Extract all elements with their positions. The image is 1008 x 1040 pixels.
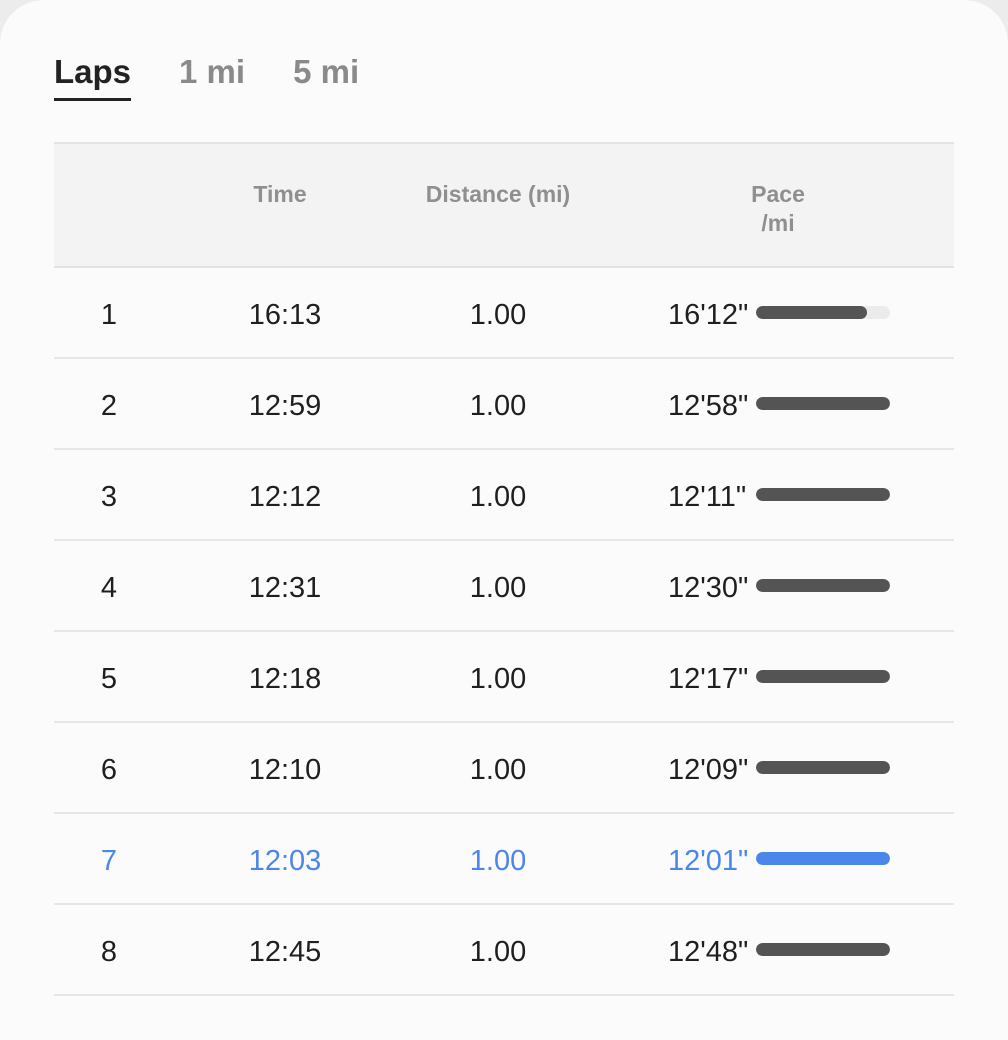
lap-distance: 1.00: [469, 663, 527, 695]
pace-bar-fill: [756, 943, 890, 956]
lap-time: 12:10: [248, 754, 322, 786]
lap-distance: 1.00: [469, 572, 527, 604]
lap-number: 2: [100, 390, 118, 422]
lap-pace: 12'30": [668, 572, 749, 604]
pace-bar-track: [756, 397, 890, 410]
pace-bar-fill: [756, 306, 868, 319]
pace-bar-fill: [756, 579, 890, 592]
table-row[interactable]: 6 12:10 1.00 12'09": [54, 723, 954, 814]
lap-number: 4: [100, 572, 118, 604]
header-distance: Distance (mi): [425, 181, 571, 207]
pace-bar-track: [756, 488, 890, 501]
table-row[interactable]: 7 12:03 1.00 12'01": [54, 814, 954, 905]
pace-bar-track: [756, 670, 890, 683]
lap-pace: 12'58": [668, 390, 749, 422]
lap-pace: 12'17": [668, 663, 749, 695]
table-row[interactable]: 8 12:45 1.00 12'48": [54, 905, 954, 996]
lap-pace: 16'12": [668, 299, 749, 331]
pace-bar-track: [756, 761, 890, 774]
lap-number: 6: [100, 754, 118, 786]
pace-bar-fill: [756, 488, 890, 501]
lap-time: 12:31: [248, 572, 322, 604]
lap-pace: 12'11": [668, 481, 747, 513]
lap-number: 3: [100, 481, 118, 513]
table-header: Time Distance (mi) Pace /mi: [54, 142, 954, 268]
tab-5-mi[interactable]: 5 mi: [293, 52, 359, 101]
lap-number: 8: [100, 936, 118, 968]
lap-pace: 12'48": [668, 936, 749, 968]
pace-bar-fill: [756, 397, 890, 410]
lap-pace: 12'09": [668, 754, 749, 786]
tab-laps[interactable]: Laps: [54, 52, 132, 101]
pace-bar-track: [756, 579, 890, 592]
lap-pace: 12'01": [668, 845, 749, 877]
pace-bar-track: [756, 306, 890, 319]
tab-1-mi[interactable]: 1 mi: [179, 52, 245, 101]
lap-time: 12:12: [248, 481, 322, 513]
lap-number: 7: [100, 845, 118, 877]
lap-distance: 1.00: [469, 936, 527, 968]
table-row[interactable]: 2 12:59 1.00 12'58": [54, 359, 954, 450]
lap-number: 5: [100, 663, 118, 695]
table-body: 1 16:13 1.00 16'12" 2 12:59 1.00 12'58" 3 12:12 1.…: [54, 268, 954, 996]
lap-number: 1: [100, 299, 118, 331]
pace-bar-fill: [756, 670, 890, 683]
pace-bar-track: [756, 943, 890, 956]
lap-distance: 1.00: [469, 299, 527, 331]
lap-time: 16:13: [248, 299, 322, 331]
table-row[interactable]: 5 12:18 1.00 12'17": [54, 632, 954, 723]
lap-distance: 1.00: [469, 390, 527, 422]
table-row[interactable]: 1 16:13 1.00 16'12": [54, 268, 954, 359]
table-row[interactable]: 3 12:12 1.00 12'11": [54, 450, 954, 541]
pace-bar-fill: [756, 761, 890, 774]
lap-time: 12:59: [248, 390, 322, 422]
table-row[interactable]: 4 12:31 1.00 12'30": [54, 541, 954, 632]
header-pace: Pace /mi: [751, 181, 805, 236]
lap-distance: 1.00: [469, 481, 527, 513]
laps-table: Time Distance (mi) Pace /mi 1 16:13 1.00 16…: [54, 142, 954, 996]
lap-time: 12:03: [248, 845, 322, 877]
laps-card: Laps 1 mi 5 mi Time Distance (mi) Pace /…: [0, 0, 1008, 1040]
lap-time: 12:45: [248, 936, 322, 968]
lap-time: 12:18: [248, 663, 322, 695]
pace-bar-fill: [756, 852, 890, 865]
lap-distance: 1.00: [469, 845, 527, 877]
pace-bar-track: [756, 852, 890, 865]
lap-distance: 1.00: [469, 754, 527, 786]
header-time: Time: [253, 181, 307, 207]
split-tabs: Laps 1 mi 5 mi: [54, 52, 359, 101]
